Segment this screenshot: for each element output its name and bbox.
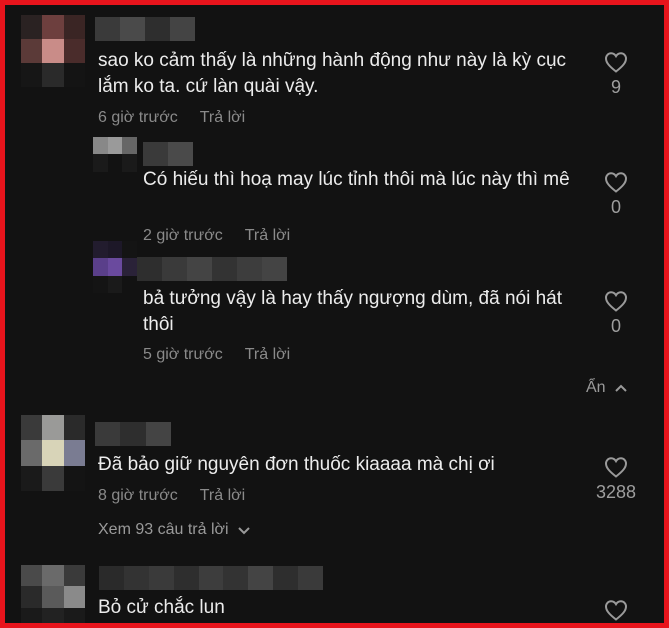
avatar[interactable] <box>93 137 137 189</box>
comment-meta: 8 giờ trước Trả lời <box>98 487 245 505</box>
chevron-down-icon <box>237 527 250 535</box>
username-redacted[interactable] <box>95 422 171 446</box>
reply-button[interactable]: Trả lời <box>245 346 290 364</box>
comment-time: 5 giờ trước <box>143 346 223 363</box>
avatar[interactable] <box>21 15 85 87</box>
hide-label: Ẩn <box>586 379 606 396</box>
like-button[interactable]: 3288 <box>591 456 641 503</box>
comment-text: Có hiếu thì hoạ may lúc tỉnh thôi mà lúc… <box>143 169 570 190</box>
reply-button[interactable]: Trả lời <box>200 109 245 127</box>
heart-outline-icon <box>604 172 628 193</box>
comment-time: 8 giờ trước <box>98 487 178 504</box>
comment-text: bả tưởng vậy là hay thấy ngượng dùm, đã … <box>143 288 563 335</box>
comment-text: sao ko cảm thấy là những hành động như n… <box>98 50 567 97</box>
like-button[interactable] <box>591 599 641 621</box>
heart-outline-icon <box>604 291 628 312</box>
username-redacted[interactable] <box>95 17 195 41</box>
username-redacted[interactable] <box>99 566 324 590</box>
username-redacted[interactable] <box>137 257 287 281</box>
chevron-up-icon <box>614 384 627 392</box>
comment-text: Đã bảo giữ nguyên đơn thuốc kiaaaa mà ch… <box>98 454 495 475</box>
like-count: 9 <box>610 77 621 97</box>
avatar[interactable] <box>21 415 85 491</box>
like-count: 0 <box>610 316 621 336</box>
comment-panel: sao ko cảm thấy là những hành động như n… <box>0 0 669 628</box>
reply-button[interactable]: Trả lời <box>200 487 245 505</box>
comment-time: 6 giờ trước <box>98 109 178 126</box>
like-count: 3288 <box>595 482 637 502</box>
comment-meta: 5 giờ trước Trả lời <box>143 346 290 364</box>
comment-meta: 6 giờ trước Trả lời <box>98 109 245 127</box>
hide-replies-button[interactable]: Ẩn <box>586 379 628 397</box>
comment-time: 2 giờ trước <box>143 227 223 244</box>
avatar[interactable] <box>93 241 137 293</box>
heart-outline-icon <box>604 600 628 621</box>
comment-text: Bỏ cử chắc lun <box>98 597 225 618</box>
heart-outline-icon <box>604 457 628 478</box>
comment-meta: 2 giờ trước Trả lời <box>143 227 290 245</box>
view-replies-button[interactable]: Xem 93 câu trả lời <box>98 521 251 539</box>
view-replies-label: Xem 93 câu trả lời <box>98 521 229 538</box>
heart-outline-icon <box>604 52 628 73</box>
username-redacted[interactable] <box>143 142 193 166</box>
like-button[interactable]: 0 <box>591 171 641 218</box>
like-button[interactable]: 0 <box>591 290 641 337</box>
like-count: 0 <box>610 197 621 217</box>
avatar[interactable] <box>21 565 85 623</box>
reply-button[interactable]: Trả lời <box>245 227 290 245</box>
like-button[interactable]: 9 <box>591 51 641 98</box>
